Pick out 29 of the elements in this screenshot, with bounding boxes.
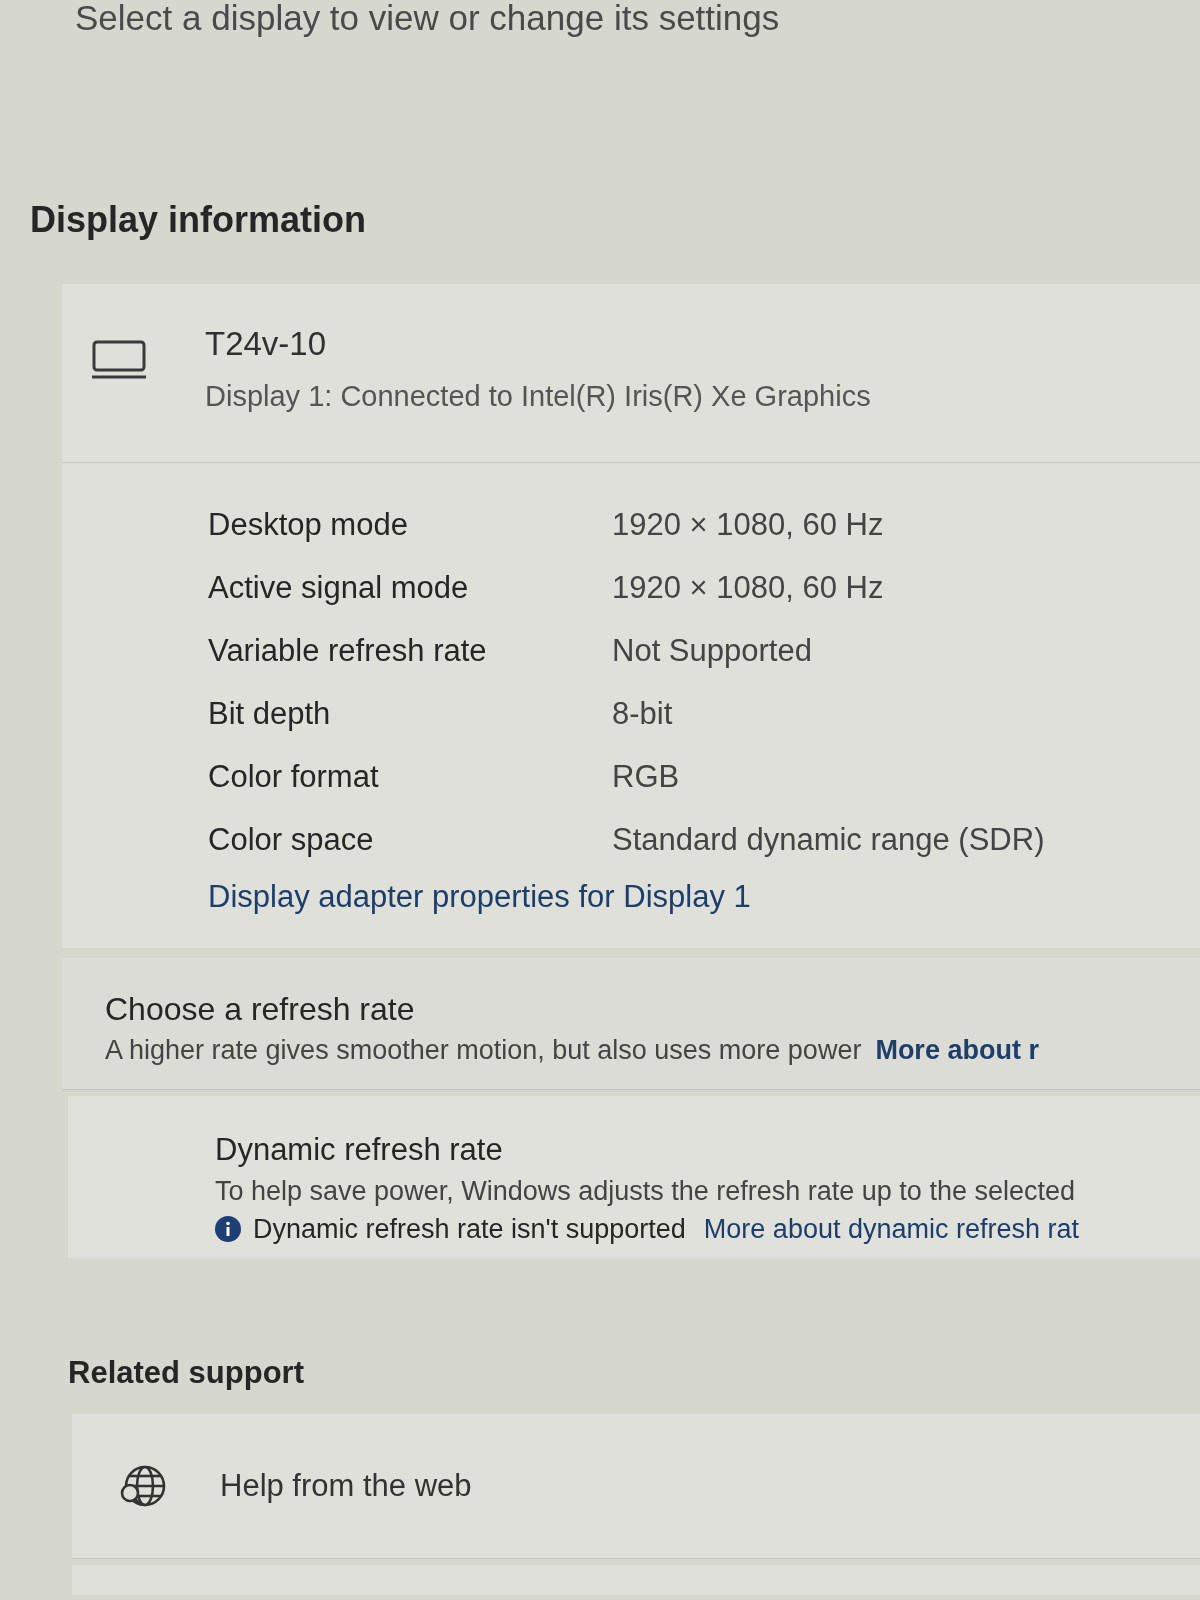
globe-magnifier-icon [118, 1465, 168, 1507]
section-heading: Display information [30, 199, 367, 240]
monitor-icon [92, 340, 146, 380]
property-label: Variable refresh rate [208, 632, 488, 669]
refresh-rate-description: A higher rate gives smoother motion, but also uses more power [105, 1034, 862, 1067]
property-label: Bit depth [208, 695, 332, 732]
help-link-card[interactable]: Help from the web [72, 1414, 1200, 1559]
property-value: 8-bit [612, 695, 674, 732]
property-value: 1920 × 1080, 60 Hz [612, 506, 885, 543]
property-label: Desktop mode [208, 506, 409, 543]
property-value: Standard dynamic range (SDR) [612, 821, 1046, 858]
unsupported-notice: Dynamic refresh rate isn't supported [253, 1213, 686, 1246]
dynamic-refresh-description: To help save power, Windows adjusts the refresh rate up to the selected [215, 1175, 1076, 1208]
property-label: Active signal mode [208, 569, 470, 606]
property-value: RGB [612, 758, 681, 795]
display-name: T24v-10 [205, 324, 328, 364]
adapter-properties-link[interactable]: Display adapter properties for Display 1 [208, 879, 751, 915]
section-heading: Related support [68, 1355, 304, 1390]
property-label: Color format [208, 758, 380, 795]
page-subtitle: Select a display to view or change its settings [75, 0, 780, 37]
more-info-link[interactable]: More about dynamic refresh rat [703, 1212, 1079, 1246]
info-icon [215, 1216, 241, 1242]
dynamic-refresh-title: Dynamic refresh rate [215, 1132, 504, 1168]
property-value: Not Supported [612, 632, 813, 669]
refresh-rate-title: Choose a refresh rate [105, 991, 416, 1027]
more-info-link[interactable]: More about r [875, 1033, 1039, 1067]
property-label: Color space [208, 821, 375, 858]
property-value: 1920 × 1080, 60 Hz [612, 569, 885, 606]
display-description: Display 1: Connected to Intel(R) Iris(R) Xe Graphics [205, 379, 871, 414]
